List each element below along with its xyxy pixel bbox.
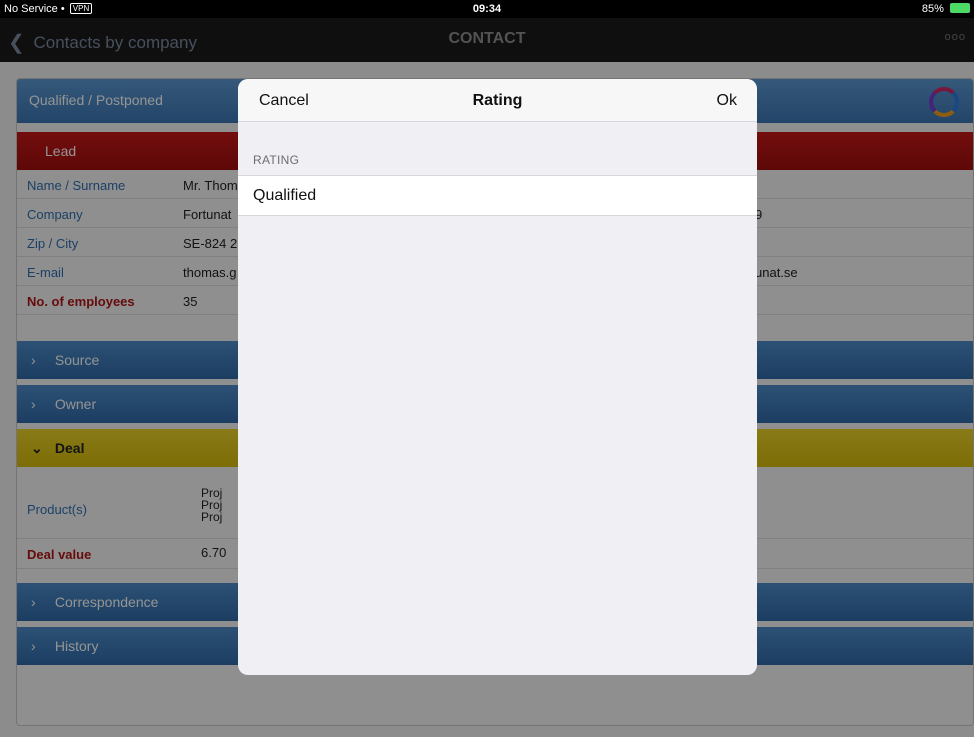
modal-title: Rating bbox=[472, 92, 523, 109]
cancel-button[interactable]: Cancel bbox=[259, 92, 309, 110]
rating-option-qualified[interactable]: Qualified bbox=[238, 175, 757, 216]
status-bar: No Service • VPN 09:34 85% bbox=[0, 0, 974, 18]
battery-percent: 85% bbox=[921, 3, 944, 15]
rating-section-label: RATING bbox=[253, 153, 300, 167]
battery-icon bbox=[950, 3, 970, 13]
ok-button[interactable]: Ok bbox=[717, 92, 737, 110]
option-label: Qualified bbox=[253, 187, 317, 204]
status-right: 85% bbox=[922, 3, 970, 15]
rating-modal: Cancel Rating Ok RATING Qualified bbox=[238, 79, 757, 675]
status-time: 09:34 bbox=[472, 3, 502, 15]
modal-header: Cancel Rating Ok bbox=[238, 79, 757, 122]
